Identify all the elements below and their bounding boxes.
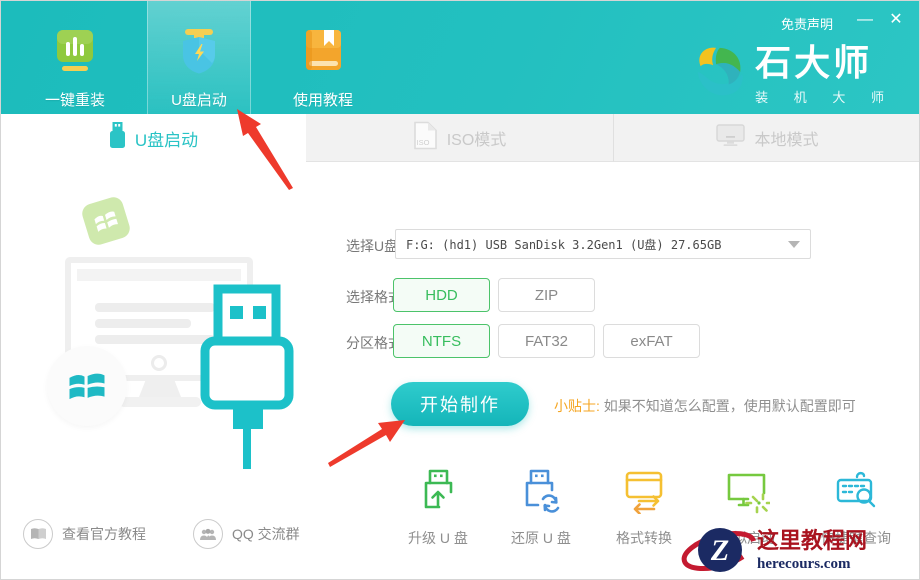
partition-option-fat32[interactable]: FAT32: [498, 324, 595, 358]
partition-option-exfat[interactable]: exFAT: [603, 324, 700, 358]
disclaimer-link[interactable]: 免责声明: [781, 14, 833, 33]
toolbar-item-label: 使用教程: [293, 89, 353, 110]
feature-label: 格式转换: [616, 528, 672, 548]
usb-drive-icon: [109, 122, 126, 154]
simulate-boot-icon: [724, 468, 770, 519]
footer-link-label: QQ 交流群: [232, 524, 300, 544]
open-book-icon: [23, 519, 53, 549]
usb-upgrade-icon: [415, 468, 461, 519]
windows-flag-icon: [67, 366, 107, 406]
monitor-screen-topbar: [77, 269, 241, 281]
feature-restore-usb[interactable]: 还原 U 盘: [486, 468, 596, 548]
toolbar-item-label: U盘启动: [171, 89, 227, 110]
chevron-down-icon: [788, 241, 800, 248]
tab-label: ISO模式: [447, 126, 507, 150]
app-window: 一键重装 U盘启动: [0, 0, 920, 580]
iso-badge: ISO: [416, 138, 429, 147]
site-watermark: Z 这里教程网 herecours.com: [679, 519, 919, 579]
qq-group-link[interactable]: QQ 交流群: [193, 519, 300, 549]
usb-select-label: 选择U盘:: [346, 236, 402, 256]
usb-drive-value: F:G: (hd1) USB SanDisk 3.2Gen1 (U盘) 27.6…: [396, 236, 788, 253]
brand-name: 石大师: [755, 43, 895, 83]
header-bar: 一键重装 U盘启动: [1, 1, 920, 114]
hotkey-search-icon: [833, 468, 879, 519]
feature-label: 升级 U 盘: [408, 528, 468, 548]
windows-logo-badge: [47, 346, 127, 426]
tip-body: 如果不知道怎么配置，使用默认配置即可: [604, 398, 856, 414]
brand-logo: 石大师 装 机 大 师: [691, 43, 895, 106]
tip-prefix: 小贴士:: [554, 398, 600, 414]
tab-local-mode[interactable]: 本地模式: [613, 114, 920, 162]
monitor-screen-line: [95, 319, 191, 328]
usb-restore-icon: [518, 468, 564, 519]
tab-iso-mode[interactable]: ISO ISO模式: [306, 114, 613, 162]
toolbar-item-usb-boot[interactable]: U盘启动: [147, 1, 251, 114]
feature-label: 还原 U 盘: [511, 528, 571, 548]
watermark-site-url: herecours.com: [757, 556, 867, 573]
main-toolbar: 一键重装 U盘启动: [23, 1, 375, 114]
watermark-logo-icon: Z: [679, 519, 761, 579]
book-icon: [300, 28, 346, 79]
monitor-stand: [139, 381, 181, 397]
toolbar-item-tutorial[interactable]: 使用教程: [271, 1, 375, 114]
watermark-letter: Z: [710, 534, 729, 567]
official-tutorial-link[interactable]: 查看官方教程: [23, 519, 146, 549]
chart-bars-icon: [52, 28, 98, 79]
partition-option-ntfs[interactable]: NTFS: [393, 324, 490, 358]
usb-plug-illustration: [197, 284, 295, 475]
iso-file-icon: ISO: [413, 121, 438, 155]
monitor-base: [119, 397, 201, 407]
usb-drive-select[interactable]: F:G: (hd1) USB SanDisk 3.2Gen1 (U盘) 27.6…: [395, 229, 811, 259]
brand-tagline: 装 机 大 师: [755, 87, 895, 106]
annotation-arrow-start-button: [327, 417, 407, 469]
minimize-button[interactable]: —: [853, 9, 875, 31]
toolbar-item-label: 一键重装: [45, 89, 105, 110]
start-make-button[interactable]: 开始制作: [391, 382, 529, 426]
close-button[interactable]: ✕: [885, 9, 907, 31]
brand-swirl-icon: [691, 43, 745, 106]
footer-link-label: 查看官方教程: [62, 524, 146, 544]
feature-upgrade-usb[interactable]: 升级 U 盘: [383, 468, 493, 548]
tab-usb-boot[interactable]: U盘启动: [1, 114, 306, 162]
format-convert-icon: [621, 468, 667, 519]
toolbar-item-reinstall[interactable]: 一键重装: [23, 1, 127, 114]
monitor-icon: [716, 124, 745, 152]
mode-tabbar: U盘启动 ISO ISO模式 本地模式: [1, 114, 920, 162]
monitor-dot: [151, 355, 167, 371]
format-option-hdd[interactable]: HDD: [393, 278, 490, 312]
user-group-icon: [193, 519, 223, 549]
tab-label: U盘启动: [135, 126, 198, 151]
shield-lightning-icon: [176, 28, 222, 79]
windows-tile-icon: [80, 195, 132, 247]
format-option-zip[interactable]: ZIP: [498, 278, 595, 312]
watermark-site-name: 这里教程网: [757, 523, 867, 555]
tab-label: 本地模式: [754, 126, 818, 150]
tip-text: 小贴士: 如果不知道怎么配置，使用默认配置即可: [554, 396, 856, 416]
